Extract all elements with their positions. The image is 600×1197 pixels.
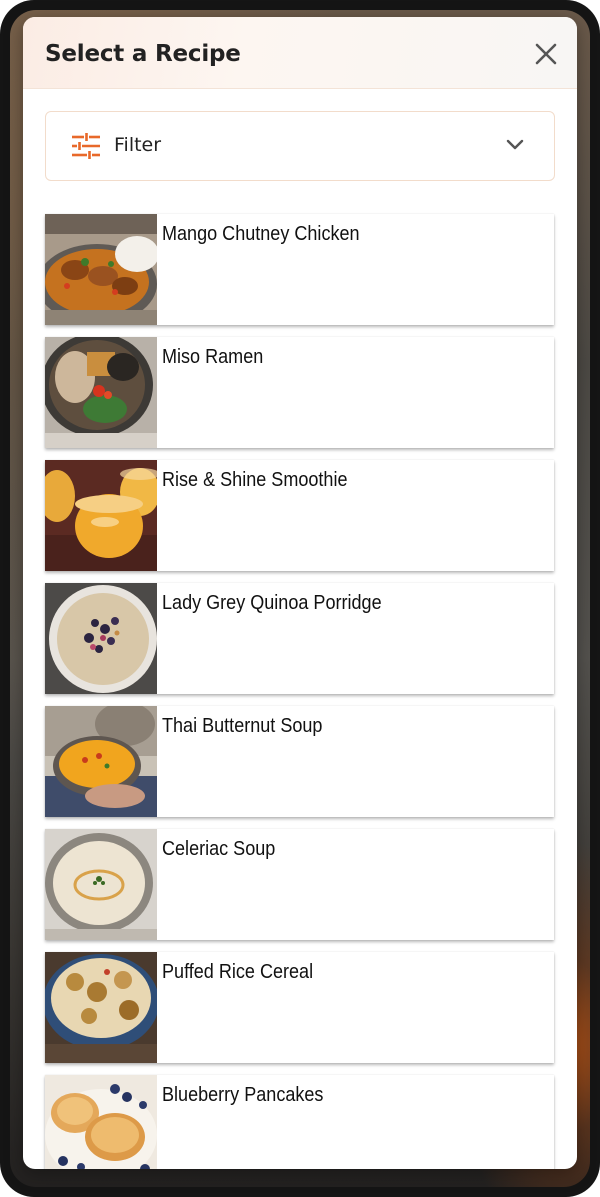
recipe-item-puffed-rice-cereal[interactable]: Puffed Rice Cereal bbox=[45, 952, 554, 1063]
close-icon bbox=[535, 43, 557, 65]
device-frame: Select a Recipe Filter Mango Chutney Chi… bbox=[0, 0, 600, 1197]
recipe-item-rise-and-shine-smoothie[interactable]: Rise & Shine Smoothie bbox=[45, 460, 554, 571]
recipe-select-modal: Select a Recipe Filter Mango Chutney Chi… bbox=[23, 17, 577, 1169]
recipe-item-lady-grey-quinoa-porridge[interactable]: Lady Grey Quinoa Porridge bbox=[45, 583, 554, 694]
recipe-name: Thai Butternut Soup bbox=[162, 714, 323, 737]
recipe-image bbox=[45, 214, 157, 325]
recipe-list: Mango Chutney Chicken Miso Ramen Rise & … bbox=[45, 214, 555, 1169]
filter-dropdown[interactable]: Filter bbox=[45, 111, 555, 181]
recipe-name: Blueberry Pancakes bbox=[162, 1083, 324, 1106]
recipe-item-mango-chutney-chicken[interactable]: Mango Chutney Chicken bbox=[45, 214, 554, 325]
filter-label: Filter bbox=[114, 134, 162, 156]
recipe-name: Mango Chutney Chicken bbox=[162, 222, 360, 245]
recipe-name: Lady Grey Quinoa Porridge bbox=[162, 591, 382, 614]
recipe-image bbox=[45, 706, 157, 817]
chevron-down-icon bbox=[506, 139, 524, 150]
recipe-image bbox=[45, 952, 157, 1063]
recipe-image bbox=[45, 1075, 157, 1169]
close-button[interactable] bbox=[531, 39, 561, 69]
recipe-image bbox=[45, 460, 157, 571]
recipe-image bbox=[45, 829, 157, 940]
recipe-name: Puffed Rice Cereal bbox=[162, 960, 314, 983]
recipe-item-celeriac-soup[interactable]: Celeriac Soup bbox=[45, 829, 554, 940]
recipe-name: Celeriac Soup bbox=[162, 837, 276, 860]
recipe-name: Rise & Shine Smoothie bbox=[162, 468, 348, 491]
recipe-image bbox=[45, 337, 157, 448]
recipe-name: Miso Ramen bbox=[162, 345, 264, 368]
recipe-image bbox=[45, 583, 157, 694]
recipe-item-blueberry-pancakes[interactable]: Blueberry Pancakes bbox=[45, 1075, 554, 1169]
modal-title: Select a Recipe bbox=[45, 41, 241, 67]
recipe-item-miso-ramen[interactable]: Miso Ramen bbox=[45, 337, 554, 448]
modal-header: Select a Recipe bbox=[23, 17, 577, 89]
sliders-icon bbox=[72, 133, 100, 159]
recipe-item-thai-butternut-soup[interactable]: Thai Butternut Soup bbox=[45, 706, 554, 817]
